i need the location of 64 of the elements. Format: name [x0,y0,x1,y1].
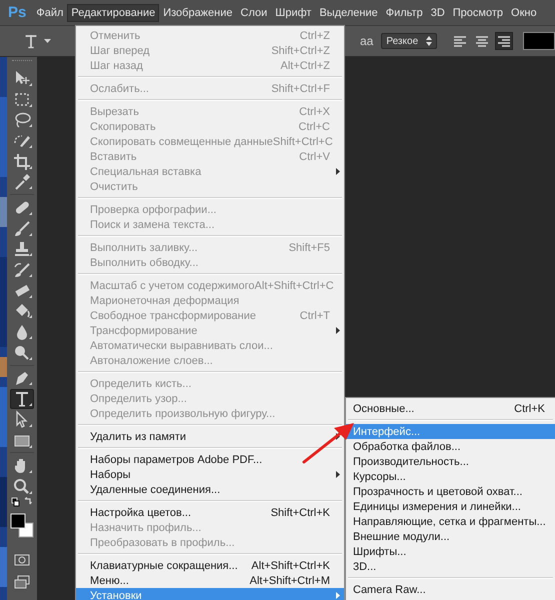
caret-icon[interactable] [44,38,51,44]
menu-bar-item[interactable]: 3D [426,4,449,22]
menu-item[interactable]: Направляющие, сетка и фрагменты... [346,514,555,529]
menu-bar-item[interactable]: Шрифт [271,4,316,22]
brush-icon [12,218,32,238]
menu-item[interactable]: Внешние модули... [346,529,555,544]
shortcut-label: Shift+Ctrl+K [270,506,330,518]
align-button[interactable] [495,32,513,50]
menu-item[interactable]: Установки [76,588,344,600]
menu-bar-item[interactable]: Файл [32,4,68,22]
menu-bar-item[interactable]: Выделение [315,4,382,22]
menu-item[interactable]: Меню... Alt+Shift+Ctrl+M [76,573,344,588]
shortcut-label: Alt+Shift+Ctrl+K [251,560,330,572]
menu-item[interactable]: Интерфейс... [346,424,555,439]
menu-item[interactable]: Наборы параметров Adobe PDF... [76,452,344,467]
shortcut-label: Alt+Shift+Ctrl+C [254,280,334,292]
shortcut-label: Ctrl+X [299,106,330,118]
history-brush-icon [12,260,32,280]
menu-bar-item[interactable]: Окно [507,4,541,22]
menu-item[interactable]: Настройка цветов... Shift+Ctrl+K [76,505,344,520]
menu-item[interactable]: Единицы измерения и линейки... [346,499,555,514]
menu-item[interactable]: Производительность... [346,454,555,469]
shortcut-label: Ctrl+V [299,150,330,162]
menu-item[interactable]: Курсоры... [346,469,555,484]
menu-item[interactable]: Удалить из памяти [76,429,344,444]
menu-bar-item[interactable]: Слои [236,4,272,22]
stamp-icon [12,239,32,258]
color-swap-icon[interactable] [10,496,34,509]
spinner-arrows-icon [426,36,432,46]
shortcut-label: Shift+Ctrl+F [271,82,330,94]
shortcut-label: Ctrl+C [298,120,330,132]
shortcut-label: Ctrl+Z [300,30,330,42]
menu-item[interactable]: Прозрачность и цветовой охват... [346,484,555,499]
antialias-icon: aa [360,34,374,48]
shortcut-label: Alt+Shift+Ctrl+M [250,574,330,586]
shortcut-label: Shift+F5 [288,242,330,254]
center-align-icon [474,34,490,48]
menu-item[interactable]: Основные... Ctrl+K [346,401,555,416]
shortcut-label: Alt+Ctrl+Z [280,60,330,72]
tool-button[interactable] [10,388,34,409]
crop-icon [12,152,32,171]
shortcut-label: Shift+Ctrl+Z [271,44,330,56]
zoom-icon [12,476,32,496]
menu-item[interactable]: Удаленные соединения... [76,482,344,497]
menu-bar-item[interactable]: Просмотр [448,4,508,22]
antialias-dropdown[interactable]: Резкое [381,33,437,49]
menu-item[interactable]: Camera Raw... [346,582,555,597]
left-align-icon [452,34,468,48]
menu-item[interactable]: 3D... [346,559,555,574]
shortcut-label: Ctrl+T [300,310,330,322]
shortcut-label: Ctrl+K [514,402,545,414]
menu-bar-item[interactable]: Фильтр [382,4,427,22]
menu-item[interactable]: Клавиатурные сокращения... Alt+Shift+Ctrl+K [76,558,344,573]
right-align-icon [496,34,512,48]
app-logo: Ps [8,4,26,21]
menu-item[interactable]: Шрифты... [346,544,555,559]
shortcut-label: Shift+Ctrl+C [272,136,333,148]
color-swatch[interactable] [523,32,555,50]
menu-bar-item[interactable]: Изображение [159,4,236,22]
screen-mode-icon[interactable] [12,572,32,591]
menu-item[interactable]: Обработка файлов... [346,439,555,454]
hand-icon [12,456,32,476]
menu-item[interactable]: Наборы [76,467,344,482]
menu-bar-item[interactable]: Редактирование [67,4,160,22]
